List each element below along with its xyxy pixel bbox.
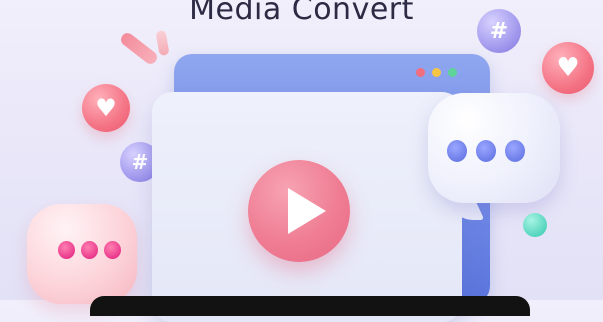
typing-dot — [58, 241, 75, 259]
play-button[interactable] — [248, 160, 350, 262]
bottom-bar — [90, 296, 530, 316]
window-dot-yellow — [432, 68, 441, 77]
confetti-shape — [155, 29, 170, 57]
confetti-shape — [118, 30, 160, 67]
teal-ball-shape — [523, 213, 547, 237]
typing-dot — [81, 241, 98, 259]
typing-dot — [476, 140, 496, 162]
hashtag-icon: # — [477, 9, 521, 53]
hashtag-glyph: # — [489, 18, 509, 44]
typing-dot — [447, 140, 467, 162]
chat-bubble-icon — [428, 93, 560, 203]
heart-icon: ♥ — [82, 84, 130, 132]
chat-bubble-icon — [27, 204, 137, 304]
window-dot-green — [448, 68, 457, 77]
typing-dot — [505, 140, 525, 162]
heart-glyph: ♥ — [95, 94, 117, 122]
play-icon — [288, 188, 326, 234]
window-dot-red — [416, 68, 425, 77]
heart-glyph: ♥ — [556, 53, 580, 83]
typing-dot — [104, 241, 121, 259]
heart-icon: ♥ — [542, 42, 594, 94]
hashtag-glyph: # — [131, 150, 149, 174]
